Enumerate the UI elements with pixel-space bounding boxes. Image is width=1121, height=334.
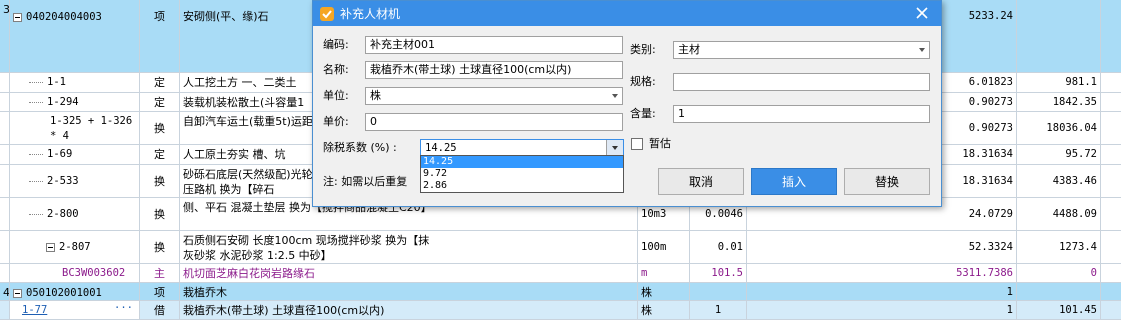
row-amount: 981.1 <box>1017 73 1101 92</box>
row-total: 52.3324 <box>747 231 1017 263</box>
tax-coefficient-label: 除税系数 (%) : <box>323 141 397 154</box>
replace-button[interactable]: 替换 <box>844 168 930 195</box>
row-qty: 1 <box>690 301 747 319</box>
row-unit: 株 <box>638 301 690 319</box>
row-name: 石质侧石安砌 长度100cm 现场搅拌砂浆 换为【抹灰砂浆 水泥砂浆 1:2.5… <box>180 231 638 263</box>
row-code: 1-1 <box>47 76 66 88</box>
collapse-icon[interactable] <box>13 12 22 22</box>
unit-select[interactable]: 株 <box>365 87 623 105</box>
insert-button[interactable]: 插入 <box>751 168 837 195</box>
dropdown-option[interactable]: 2.86 <box>421 180 623 192</box>
chevron-down-icon <box>919 48 925 52</box>
row-amount: 1842.35 <box>1017 93 1101 111</box>
row-code: 2-533 <box>47 174 79 187</box>
collapse-icon[interactable] <box>46 242 55 252</box>
row-type: 借 <box>140 301 180 319</box>
row-type: 换 <box>140 198 180 230</box>
estimate-checkbox[interactable] <box>631 138 643 150</box>
category-label: 类别: <box>630 43 656 56</box>
row-type: 换 <box>140 165 180 197</box>
more-button[interactable]: ··· <box>114 301 133 316</box>
row-type: 换 <box>140 112 180 144</box>
row-name: 栽植乔木(带土球) 土球直径100(cm以内) <box>180 301 638 319</box>
spec-label: 规格: <box>630 75 656 88</box>
spec-field[interactable] <box>673 73 930 91</box>
dialog-titlebar[interactable]: 补充人材机 <box>313 1 941 26</box>
row-code: 1-294 <box>47 95 79 108</box>
row-amount: 101.45 <box>1017 301 1101 319</box>
unit-select-value: 株 <box>370 89 381 102</box>
close-icon[interactable] <box>913 4 931 22</box>
table-row[interactable]: BC3W003602 主 机切面芝麻白花岗岩路缘石 m 101.5 5311.7… <box>0 264 1121 283</box>
row-type: 换 <box>140 231 180 263</box>
table-row[interactable]: 4 050102001001 项 栽植乔木 株 1 <box>0 283 1121 301</box>
row-amount: 4488.09 <box>1017 198 1101 230</box>
row-unit: 100m <box>638 231 690 263</box>
name-field[interactable]: 栽植乔木(带土球) 土球直径100(cm以内) <box>365 61 623 79</box>
app-logo-icon <box>320 6 334 21</box>
row-qty: 101.5 <box>690 264 747 282</box>
code-editor-cell[interactable]: 1-77 ··· <box>10 301 140 319</box>
row-code: BC3W003602 <box>10 264 140 282</box>
code-label: 编码: <box>323 38 349 51</box>
row-total: 1 <box>747 301 1017 319</box>
dropdown-option[interactable]: 14.25 <box>421 156 623 168</box>
price-label: 单价: <box>323 115 349 128</box>
row-code: 2-807 <box>59 240 91 253</box>
row-qty: 0.01 <box>690 231 747 263</box>
estimate-label: 暂估 <box>649 137 671 150</box>
table-row[interactable]: 1-77 ··· 借 栽植乔木(带土球) 土球直径100(cm以内) 株 1 1… <box>0 301 1121 320</box>
dropdown-option[interactable]: 9.72 <box>421 168 623 180</box>
row-amount: 4383.46 <box>1017 165 1101 197</box>
row-name: 栽植乔木 <box>180 283 638 300</box>
collapse-icon[interactable] <box>13 288 22 298</box>
row-code: 1-325 + 1-326 * 4 <box>10 112 140 144</box>
row-code: 050102001001 <box>26 287 102 299</box>
unit-label: 单位: <box>323 89 349 102</box>
category-select[interactable]: 主材 <box>673 41 930 59</box>
row-index: 3 <box>0 0 10 72</box>
cancel-button[interactable]: 取消 <box>658 168 744 195</box>
row-code: 040204004003 <box>26 11 102 23</box>
content-field[interactable]: 1 <box>673 105 930 123</box>
tax-coefficient-value: 14.25 <box>425 142 457 154</box>
price-field[interactable]: 0 <box>365 113 623 131</box>
row-unit: 株 <box>638 283 690 300</box>
row-type: 定 <box>140 145 180 164</box>
row-name: 砂砾石底层(天然级配)光轮压路机 换为【碎石 <box>180 165 320 197</box>
row-amount: 95.72 <box>1017 145 1101 164</box>
dialog-title: 补充人材机 <box>340 7 401 21</box>
category-select-value: 主材 <box>678 43 700 56</box>
row-amount: 18036.04 <box>1017 112 1101 144</box>
row-type: 定 <box>140 93 180 111</box>
supplement-material-dialog[interactable]: 补充人材机 编码: 补充主材001 名称: 栽植乔木(带土球) 土球直径100(… <box>312 0 942 207</box>
row-type: 主 <box>140 264 180 282</box>
row-name: 机切面芝麻白花岗岩路缘石 <box>180 264 638 282</box>
code-field[interactable]: 补充主材001 <box>365 36 623 54</box>
row-code: 1-69 <box>47 148 73 160</box>
row-type: 定 <box>140 73 180 92</box>
row-index: 4 <box>0 283 10 300</box>
row-code[interactable]: 1-77 <box>22 304 47 316</box>
note-text: 注: 如需以后重复 <box>323 175 408 188</box>
row-type: 项 <box>140 283 180 300</box>
row-unit: m <box>638 264 690 282</box>
row-amount: 1273.4 <box>1017 231 1101 263</box>
tax-coefficient-dropdown[interactable]: 14.25 9.72 2.86 <box>420 155 624 193</box>
row-amount: 0 <box>1017 264 1101 282</box>
row-total: 1 <box>747 283 1017 300</box>
row-code: 2-800 <box>47 207 79 220</box>
name-label: 名称: <box>323 63 349 76</box>
chevron-down-icon <box>612 94 618 98</box>
row-type: 项 <box>140 0 180 72</box>
row-total: 5311.7386 <box>747 264 1017 282</box>
table-row[interactable]: 2-807 换 石质侧石安砌 长度100cm 现场搅拌砂浆 换为【抹灰砂浆 水泥… <box>0 231 1121 264</box>
content-label: 含量: <box>630 107 656 120</box>
chevron-down-icon[interactable] <box>606 140 623 156</box>
